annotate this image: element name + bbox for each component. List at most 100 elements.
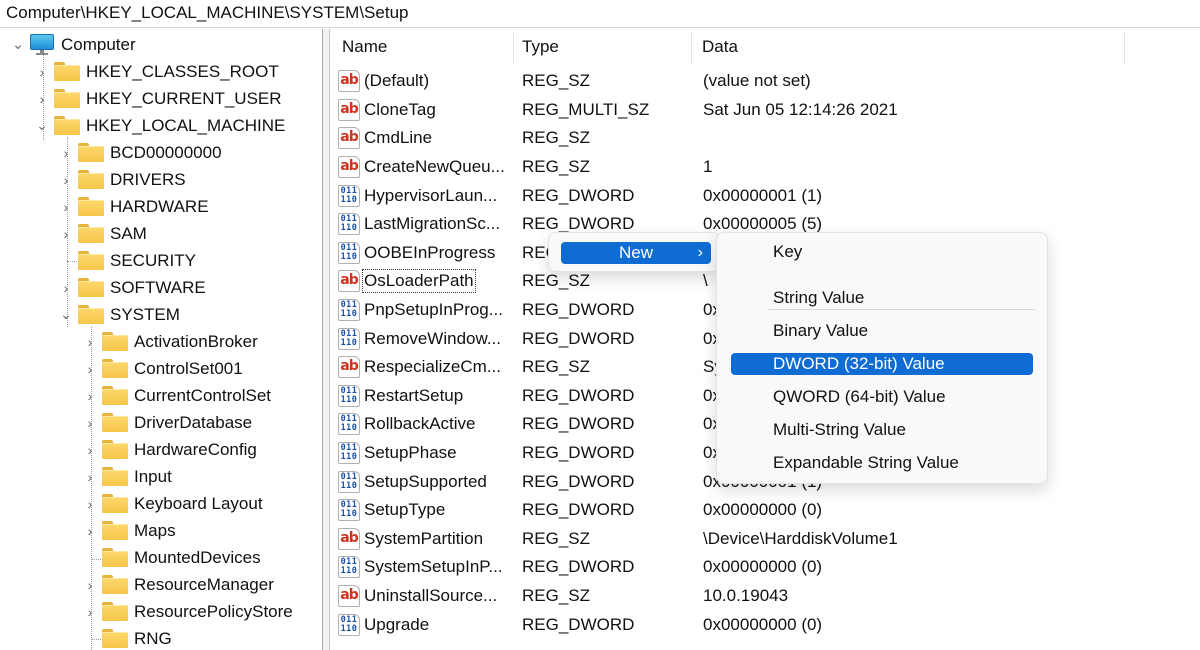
chevron-right-icon[interactable]: › (82, 442, 98, 458)
value-name: OOBEInProgress (364, 242, 496, 262)
tree-item-keyboard-layout[interactable]: › Keyboard Layout (82, 490, 263, 517)
table-row[interactable]: ab (Default) REG_SZ (value not set) (330, 67, 1200, 96)
tree-item-controlset001[interactable]: › ControlSet001 (82, 355, 243, 382)
folder-icon (102, 521, 128, 540)
tree-item-label: Computer (61, 34, 136, 54)
menu-item-label: DWORD (32-bit) Value (773, 354, 945, 373)
string-value-icon: ab (338, 127, 360, 150)
tree-item-resourcemanager[interactable]: › ResourceManager (82, 571, 274, 598)
tree-item-hkcu[interactable]: › HKEY_CURRENT_USER (34, 85, 282, 112)
value-data: 0x00000000 (0) (703, 557, 823, 577)
chevron-down-icon[interactable]: ⌄ (34, 117, 50, 134)
value-type: REG_DWORD (522, 500, 635, 520)
tree-item-driverdatabase[interactable]: › DriverDatabase (82, 409, 252, 436)
cell-name: 011 110 RollbackActive (338, 413, 476, 436)
chevron-right-icon[interactable]: › (82, 604, 98, 620)
tree-item-input[interactable]: › Input (82, 463, 172, 490)
chevron-right-icon[interactable]: › (58, 172, 74, 188)
chevron-right-icon[interactable]: › (82, 496, 98, 512)
column-divider[interactable] (691, 33, 692, 63)
chevron-right-icon[interactable]: › (82, 388, 98, 404)
value-type: REG_SZ (522, 71, 591, 91)
table-row[interactable]: ab CloneTag REG_MULTI_SZ Sat Jun 05 12:14:2… (330, 96, 1200, 125)
tree-item-bcd[interactable]: › BCD00000000 (58, 139, 222, 166)
tree-item-mounteddevices[interactable]: MountedDevices (82, 544, 261, 571)
key-tree[interactable]: ⌄ Computer › HKEY_CLASSES_ROOT › HKEY_CU… (0, 29, 322, 650)
cell-name: ab UninstallSource... (338, 585, 497, 608)
tree-item-sam[interactable]: › SAM (58, 220, 147, 247)
cell-name: 011 110 PnpSetupInProg... (338, 299, 503, 322)
chevron-right-icon[interactable]: › (34, 91, 50, 107)
chevron-right-icon[interactable]: › (58, 199, 74, 215)
tree-item-label: Input (134, 466, 172, 486)
tree-item-label: DRIVERS (110, 169, 186, 189)
column-header-type[interactable]: Type (522, 29, 559, 65)
tree-item-software[interactable]: › SOFTWARE (58, 274, 206, 301)
tree-item-label: DriverDatabase (134, 412, 253, 432)
chevron-down-icon[interactable]: ⌄ (58, 306, 74, 323)
column-header-name[interactable]: Name (342, 29, 387, 65)
menu-item-qword-64-bit-value[interactable]: QWORD (64-bit) Value (731, 386, 1033, 408)
value-type: REG_DWORD (522, 414, 635, 434)
tree-item-hkcr[interactable]: › HKEY_CLASSES_ROOT (34, 58, 279, 85)
chevron-right-icon[interactable]: › (82, 361, 98, 377)
menu-item-new[interactable]: New › (561, 242, 711, 264)
column-divider[interactable] (1124, 33, 1125, 63)
value-name: (Default) (364, 71, 430, 91)
menu-item-expandable-string-value[interactable]: Expandable String Value (731, 452, 1033, 474)
cell-name: 011 110 LastMigrationSc... (338, 213, 500, 236)
tree-item-hardware[interactable]: › HARDWARE (58, 193, 209, 220)
chevron-right-icon[interactable]: › (58, 145, 74, 161)
table-row[interactable]: 011 110 SetupType REG_DWORD 0x00000000 (0) (330, 496, 1200, 525)
chevron-right-icon[interactable]: › (82, 415, 98, 431)
tree-item-computer[interactable]: ⌄ Computer (10, 31, 136, 58)
menu-item-binary-value[interactable]: Binary Value (731, 320, 1033, 342)
tree-item-system[interactable]: ⌄ SYSTEM (58, 301, 180, 328)
chevron-right-icon[interactable]: › (82, 577, 98, 593)
cell-name: 011 110 HypervisorLaun... (338, 184, 497, 207)
tree-item-activationbroker[interactable]: › ActivationBroker (82, 328, 258, 355)
tree-item-label: SAM (110, 223, 147, 243)
menu-item-multi-string-value[interactable]: Multi-String Value (731, 419, 1033, 441)
binary-value-icon: 011 110 (338, 556, 360, 579)
menu-item-label: Multi-String Value (773, 420, 906, 439)
tree-item-label: HKEY_CLASSES_ROOT (86, 61, 279, 81)
chevron-right-icon[interactable]: › (82, 469, 98, 485)
chevron-right-icon[interactable]: › (34, 64, 50, 80)
tree-item-rng[interactable]: RNG (82, 625, 172, 650)
menu-item-label: QWORD (64-bit) Value (773, 387, 946, 406)
address-bar[interactable]: Computer\HKEY_LOCAL_MACHINE\SYSTEM\Setup (0, 0, 1200, 28)
table-row[interactable]: 011 110 SystemSetupInP... REG_DWORD 0x000000… (330, 553, 1200, 582)
value-data: 10.0.19043 (703, 586, 789, 606)
tree-item-security[interactable]: SECURITY (58, 247, 196, 274)
chevron-right-icon[interactable]: › (58, 280, 74, 296)
chevron-right-icon[interactable]: › (82, 523, 98, 539)
tree-item-maps[interactable]: › Maps (82, 517, 176, 544)
tree-item-drivers[interactable]: › DRIVERS (58, 166, 186, 193)
cell-name: 011 110 SystemSetupInP... (338, 556, 503, 579)
table-row[interactable]: 011 110 Upgrade REG_DWORD 0x00000000 (0) (330, 610, 1200, 639)
menu-item-key[interactable]: Key (731, 241, 1033, 263)
chevron-right-icon: › (697, 244, 703, 261)
table-row[interactable]: ab SystemPartition REG_SZ \Device\HarddiskV… (330, 525, 1200, 554)
tree-item-resourcepolicystore[interactable]: › ResourcePolicyStore (82, 598, 293, 625)
tree-item-label: ResourceManager (134, 574, 274, 594)
chevron-down-icon[interactable]: ⌄ (10, 36, 26, 53)
chevron-right-icon[interactable]: › (82, 334, 98, 350)
table-row[interactable]: ab CmdLine REG_SZ (330, 124, 1200, 153)
table-row[interactable]: ab UninstallSource... REG_SZ 10.0.19043 (330, 582, 1200, 611)
pane-splitter[interactable] (322, 29, 330, 650)
table-row[interactable]: 011 110 HypervisorLaun... REG_DWORD 0x000000… (330, 181, 1200, 210)
chevron-right-icon[interactable]: › (58, 226, 74, 242)
menu-item-string-value[interactable]: String Value (731, 287, 1033, 309)
tree-item-hklm[interactable]: ⌄ HKEY_LOCAL_MACHINE (34, 112, 285, 139)
tree-item-currentcontrolset[interactable]: › CurrentControlSet (82, 382, 271, 409)
column-header-data[interactable]: Data (702, 29, 738, 65)
cell-name: 011 110 SetupPhase (338, 442, 457, 465)
menu-item-dword-32-bit-value[interactable]: DWORD (32-bit) Value (731, 353, 1033, 375)
tree-item-hardwareconfig[interactable]: › HardwareConfig (82, 436, 257, 463)
table-row[interactable]: ab CreateNewQueu... REG_SZ 1 (330, 153, 1200, 182)
column-header-label: Name (342, 37, 388, 56)
value-name: RemoveWindow... (364, 328, 501, 348)
column-divider[interactable] (513, 33, 514, 63)
